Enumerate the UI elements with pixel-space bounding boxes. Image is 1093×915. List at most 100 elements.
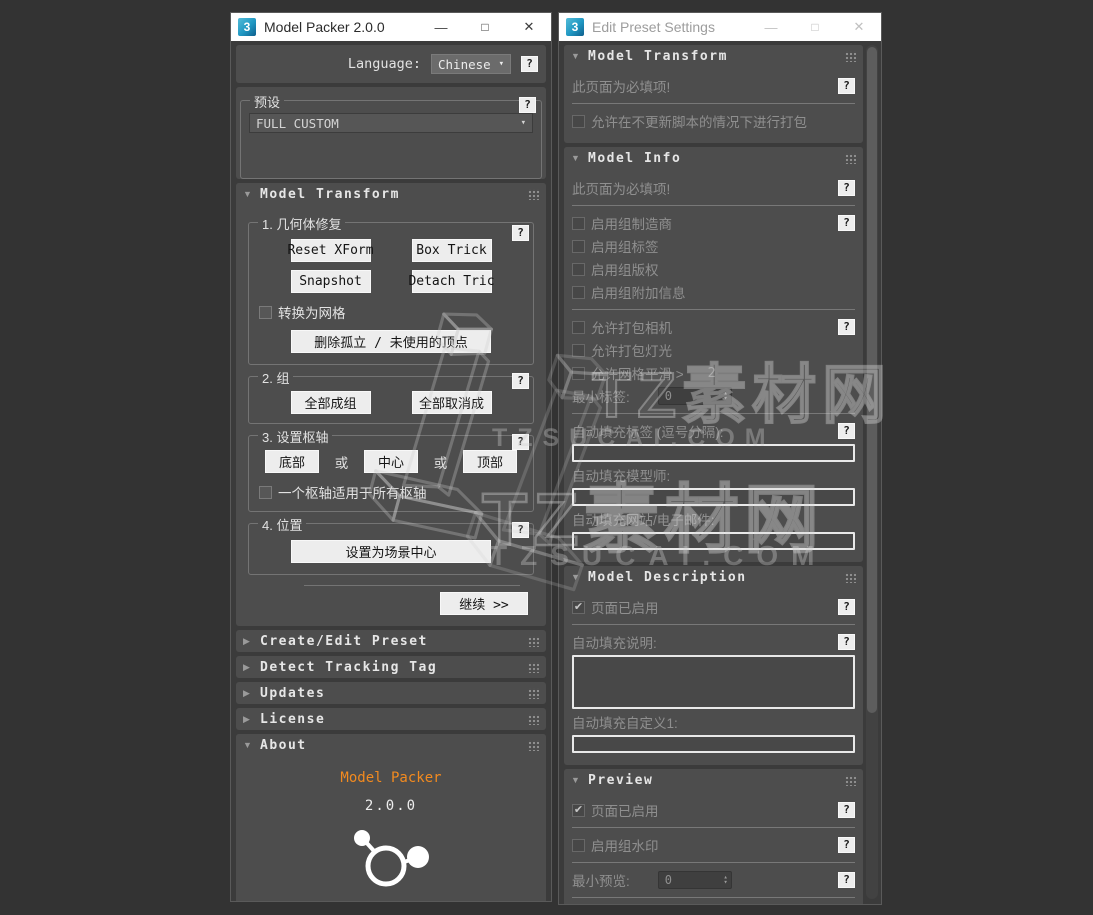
help-button[interactable]: ?: [838, 215, 855, 231]
enable-group-extra-info-checkbox[interactable]: 启用组附加信息: [572, 282, 855, 302]
divider: [572, 624, 855, 625]
rollout-header-create-edit-preset[interactable]: ▶ Create/Edit Preset: [236, 630, 546, 652]
rollout-grip-icon[interactable]: [528, 635, 539, 647]
help-button[interactable]: ?: [512, 225, 529, 241]
rollout-header-model-info[interactable]: ▼ Model Info: [564, 147, 863, 169]
help-button[interactable]: ?: [838, 634, 855, 650]
maximize-icon[interactable]: □: [463, 13, 507, 41]
group-all-button[interactable]: 全部成组: [290, 391, 371, 414]
help-button[interactable]: ?: [512, 373, 529, 389]
checkbox-box: [572, 366, 585, 380]
rollout-grip-icon[interactable]: [845, 571, 856, 583]
help-button[interactable]: ?: [512, 522, 529, 538]
help-button[interactable]: ?: [838, 599, 855, 615]
autofill-site-label: 自动填充网站/电子邮件:: [572, 513, 715, 528]
spinner-value: 0: [664, 873, 672, 887]
box-trick-button[interactable]: Box Trick: [411, 239, 492, 262]
allow-pack-cameras-checkbox[interactable]: 允许打包相机 ?: [572, 317, 855, 337]
preset-group-label: 预设: [250, 92, 285, 111]
convert-to-mesh-checkbox[interactable]: 转换为网格: [259, 302, 525, 322]
titlebar[interactable]: 3 Model Packer 2.0.0 — □ ✕: [231, 13, 551, 41]
allow-pack-lights-checkbox[interactable]: 允许打包灯光: [572, 340, 855, 360]
help-button[interactable]: ?: [838, 180, 855, 196]
rollout-header-about[interactable]: ▼ About: [236, 734, 546, 756]
autofill-description-label: 自动填充说明:: [572, 636, 657, 651]
continue-button[interactable]: 继续 >>: [440, 592, 528, 615]
close-icon[interactable]: ✕: [837, 13, 881, 41]
chevron-down-icon: ▾: [498, 59, 504, 69]
help-button[interactable]: ?: [838, 872, 855, 888]
spinner-down-icon[interactable]: ▾: [724, 879, 728, 886]
delete-isolated-vertices-button[interactable]: 删除孤立 / 未使用的顶点: [291, 330, 491, 353]
scrollbar-thumb[interactable]: [867, 47, 877, 714]
rollout-grip-icon[interactable]: [845, 50, 856, 62]
rollout-header-updates[interactable]: ▶ Updates: [236, 682, 546, 704]
rollout-title: License: [260, 711, 326, 727]
help-button[interactable]: ?: [838, 802, 855, 818]
chevron-down-icon: ▾: [520, 118, 526, 128]
allow-mesh-smooth-checkbox[interactable]: 允许网格平滑 > 2: [572, 363, 855, 383]
rollout-model-transform: ▼ Model Transform 1. 几何体修复 ? Reset XForm…: [236, 183, 546, 626]
smooth-value: 2: [707, 365, 716, 381]
rollout-header-model-transform[interactable]: ▼ Model Transform: [236, 183, 546, 205]
help-button[interactable]: ?: [512, 434, 529, 450]
snapshot-button[interactable]: Snapshot: [290, 270, 371, 293]
preset-select[interactable]: FULL CUSTOM ▾: [249, 113, 533, 133]
spinner-value: 0: [664, 389, 672, 403]
maximize-icon[interactable]: □: [793, 13, 837, 41]
3dground-logo-icon: [354, 830, 429, 887]
language-select[interactable]: Chinese ▾: [431, 54, 511, 74]
enable-group-copyright-checkbox[interactable]: 启用组版权: [572, 259, 855, 279]
enable-group-watermark-checkbox[interactable]: 启用组水印 ?: [572, 835, 855, 855]
edit-preset-settings-window: 3 Edit Preset Settings — □ ✕ ▼ Model Tra…: [558, 12, 882, 905]
titlebar[interactable]: 3 Edit Preset Settings — □ ✕: [559, 13, 881, 41]
3dsmax-app-icon: 3: [566, 18, 584, 36]
pack-without-update-checkbox[interactable]: 允许在不更新脚本的情况下进行打包: [572, 111, 855, 131]
rollout-header-model-transform[interactable]: ▼ Model Transform: [564, 45, 863, 67]
rollout-grip-icon[interactable]: [845, 774, 856, 786]
rollout-header-license[interactable]: ▶ License: [236, 708, 546, 730]
detach-trick-button[interactable]: Detach Tric: [408, 270, 495, 293]
minimize-icon[interactable]: —: [419, 13, 463, 41]
rollout-grip-icon[interactable]: [845, 152, 856, 164]
rollout-header-preview[interactable]: ▼ Preview: [564, 769, 863, 791]
rollout-header-model-description[interactable]: ▼ Model Description: [564, 566, 863, 588]
enable-group-tags-checkbox[interactable]: 启用组标签: [572, 236, 855, 256]
enable-group-manufacturer-checkbox[interactable]: 启用组制造商 ?: [572, 213, 855, 233]
page-enabled-checkbox[interactable]: ✔ 页面已启用 ?: [572, 800, 855, 820]
pivot-bottom-button[interactable]: 底部: [265, 450, 319, 473]
minimize-icon[interactable]: —: [749, 13, 793, 41]
autofill-site-input[interactable]: [572, 532, 855, 550]
rollout-grip-icon[interactable]: [528, 661, 539, 673]
help-button[interactable]: ?: [838, 78, 855, 94]
rollout-title: Model Description: [588, 569, 747, 585]
collapse-icon: ▼: [571, 572, 580, 582]
autofill-modeler-input[interactable]: [572, 488, 855, 506]
rollout-grip-icon[interactable]: [528, 188, 539, 200]
reset-xform-button[interactable]: Reset XForm: [287, 239, 374, 262]
pivot-center-button[interactable]: 中心: [364, 450, 418, 473]
help-button[interactable]: ?: [521, 56, 538, 72]
autofill-tags-input[interactable]: [572, 444, 855, 462]
help-button[interactable]: ?: [838, 837, 855, 853]
help-button[interactable]: ?: [838, 319, 855, 335]
pivot-top-button[interactable]: 顶部: [463, 450, 517, 473]
autofill-description-textarea[interactable]: [572, 655, 855, 709]
rollout-grip-icon[interactable]: [528, 687, 539, 699]
page-enabled-checkbox[interactable]: ✔ 页面已启用 ?: [572, 597, 855, 617]
autofill-custom1-input[interactable]: [572, 735, 855, 753]
min-tags-spinner[interactable]: 0 ▴ ▾: [657, 387, 732, 405]
help-button[interactable]: ?: [519, 97, 536, 113]
rollout-grip-icon[interactable]: [528, 713, 539, 725]
checkbox-box: [572, 343, 585, 357]
rollout-grip-icon[interactable]: [528, 739, 539, 751]
min-preview-spinner[interactable]: 0 ▴ ▾: [657, 871, 732, 889]
set-scene-center-button[interactable]: 设置为场景中心: [291, 540, 491, 563]
rollout-header-detect-tracking-tag[interactable]: ▶ Detect Tracking Tag: [236, 656, 546, 678]
spinner-down-icon[interactable]: ▾: [724, 395, 728, 402]
one-pivot-for-all-checkbox[interactable]: 一个枢轴适用于所有枢轴: [259, 482, 525, 502]
help-button[interactable]: ?: [838, 423, 855, 439]
close-icon[interactable]: ✕: [507, 13, 551, 41]
scrollbar[interactable]: [866, 45, 878, 899]
ungroup-all-button[interactable]: 全部取消成: [411, 391, 492, 414]
